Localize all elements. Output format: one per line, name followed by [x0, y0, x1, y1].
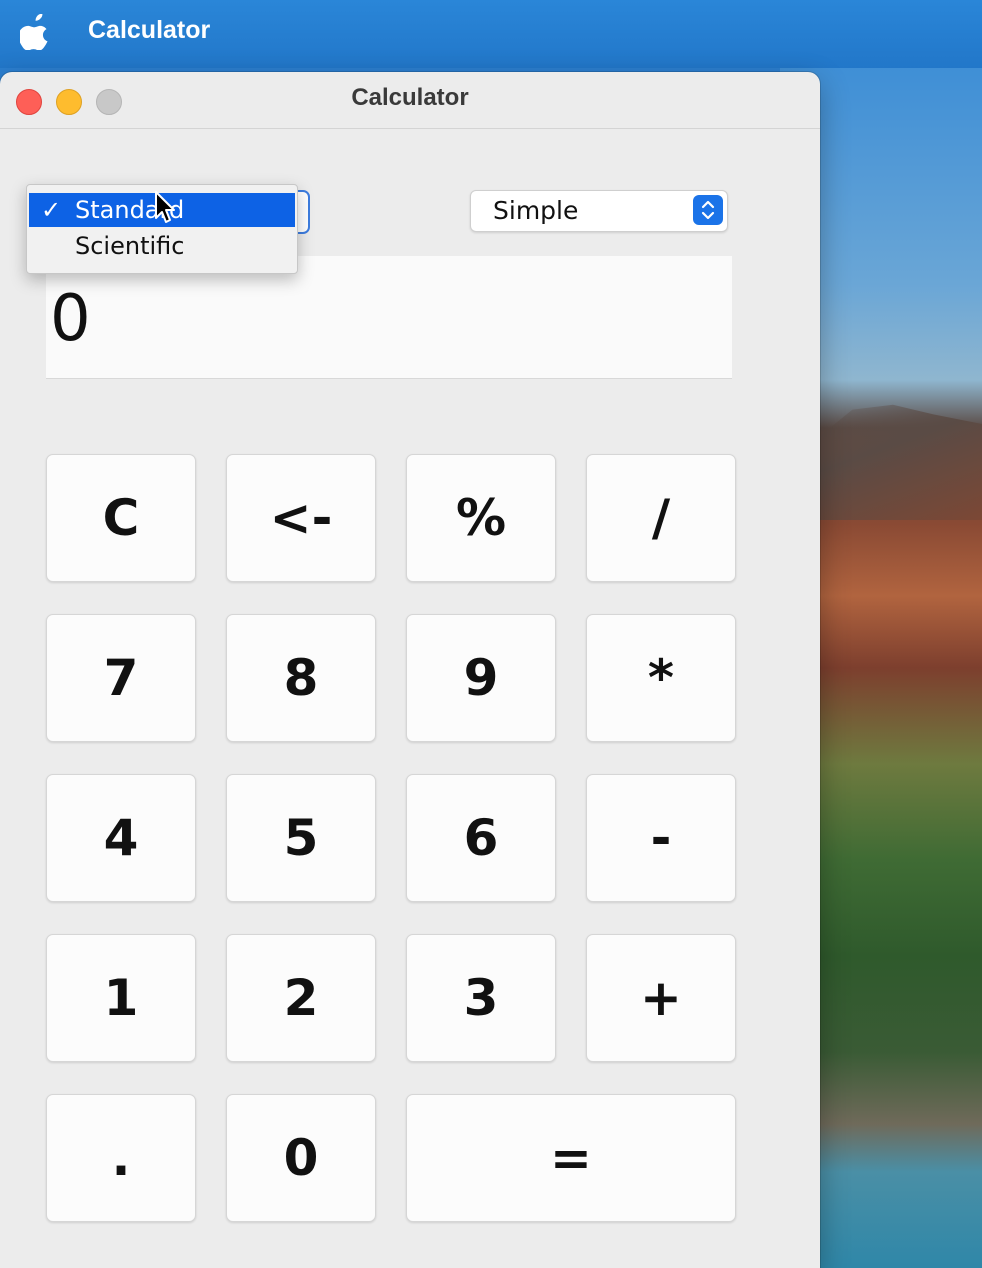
digit-7-button[interactable]: 7	[46, 614, 196, 742]
digit-2-button[interactable]: 2	[226, 934, 376, 1062]
apple-logo-icon[interactable]	[20, 14, 50, 50]
divide-button[interactable]: /	[586, 454, 736, 582]
chevron-up-down-icon[interactable]	[693, 195, 723, 225]
mode-option-scientific[interactable]: Scientific	[29, 229, 295, 263]
backspace-button[interactable]: <-	[226, 454, 376, 582]
calculator-display: 0	[46, 256, 732, 379]
display-value: 0	[50, 282, 91, 356]
menu-bar: Calculator	[0, 0, 982, 68]
digit-0-button[interactable]: 0	[226, 1094, 376, 1222]
mouse-pointer-icon	[155, 191, 175, 223]
subtract-button[interactable]: -	[586, 774, 736, 902]
menu-app-name[interactable]: Calculator	[88, 16, 210, 45]
equals-button[interactable]: =	[406, 1094, 736, 1222]
digit-1-button[interactable]: 1	[46, 934, 196, 1062]
checkmark-icon: ✓	[41, 196, 62, 224]
add-button[interactable]: +	[586, 934, 736, 1062]
style-select[interactable]: Simple	[470, 190, 728, 232]
title-bar: Calculator	[0, 72, 820, 129]
calculator-window: Calculator Simple ✓ Standard Scientific …	[0, 72, 820, 1268]
clear-button[interactable]: C	[46, 454, 196, 582]
window-title: Calculator	[351, 84, 469, 111]
mode-option-label: Scientific	[75, 232, 185, 260]
decimal-button[interactable]: .	[46, 1094, 196, 1222]
digit-9-button[interactable]: 9	[406, 614, 556, 742]
digit-6-button[interactable]: 6	[406, 774, 556, 902]
digit-8-button[interactable]: 8	[226, 614, 376, 742]
style-select-value: Simple	[493, 196, 579, 225]
percent-button[interactable]: %	[406, 454, 556, 582]
digit-3-button[interactable]: 3	[406, 934, 556, 1062]
digit-4-button[interactable]: 4	[46, 774, 196, 902]
multiply-button[interactable]: *	[586, 614, 736, 742]
digit-5-button[interactable]: 5	[226, 774, 376, 902]
